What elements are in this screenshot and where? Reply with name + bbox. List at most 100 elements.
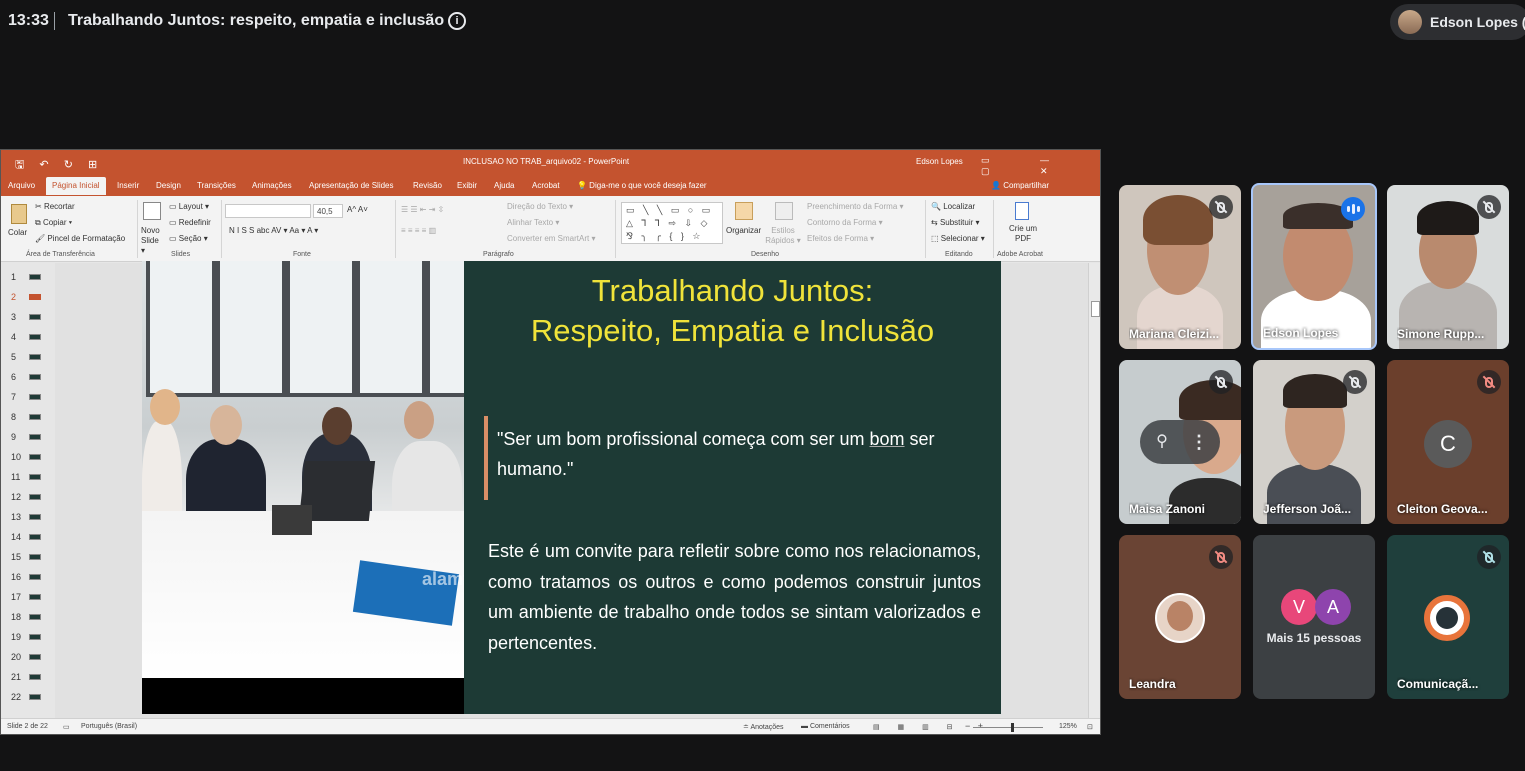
vertical-scrollbar[interactable] [1088, 263, 1100, 718]
share-button[interactable]: 👤 Compartilhar [991, 181, 1049, 190]
quick-styles-button[interactable]: Estilos Rápidos ▾ [765, 226, 801, 246]
tab-ajuda[interactable]: Ajuda [494, 181, 514, 190]
spellcheck-icon[interactable]: ▭ [63, 723, 70, 731]
slide-thumbnail[interactable]: 2 [5, 289, 51, 307]
tab-transicoes[interactable]: Transições [197, 181, 236, 190]
quick-access-toolbar[interactable]: 🖫 ↶ ↻ ⊞ [15, 156, 103, 175]
slide-thumbnail[interactable]: 18 [5, 609, 51, 627]
copy-button[interactable]: ⧉ Copiar ▾ [35, 218, 72, 228]
create-pdf-button[interactable]: Crie um PDF [1005, 224, 1041, 244]
bullets-buttons[interactable]: ☰ ☰ ⇤ ⇥ ⇳ [401, 205, 444, 214]
top-bar: 13:33 Trabalhando Juntos: respeito, empa… [0, 0, 1525, 44]
slide-thumbnail[interactable]: 15 [5, 549, 51, 567]
participant-tile[interactable]: Mariana Cleizi... [1119, 185, 1241, 349]
current-slide[interactable]: alamy Trabalhando Juntos: Respeito, Empa… [142, 261, 1001, 714]
arrange-button[interactable]: Organizar [726, 226, 761, 235]
zoom-slider[interactable] [973, 727, 1043, 728]
quick-styles-icon[interactable] [775, 202, 793, 220]
tell-me-search[interactable]: 💡 Diga-me o que você deseja fazer [577, 181, 707, 190]
slide-thumbnail[interactable]: 5 [5, 349, 51, 367]
tab-exibir[interactable]: Exibir [457, 181, 477, 190]
participant-name: Edson Lopes [1263, 326, 1339, 340]
section-button[interactable]: ▭ Seção ▾ [169, 234, 208, 243]
align-text-button[interactable]: Alinhar Texto ▾ [507, 218, 559, 227]
pdf-icon[interactable] [1015, 202, 1029, 220]
slide-thumbnail[interactable]: 11 [5, 469, 51, 487]
slide-thumbnail[interactable]: 9 [5, 429, 51, 447]
slide-thumbnail[interactable]: 13 [5, 509, 51, 527]
shapes-gallery[interactable]: ▭ ╲ ╲ ▭ ○ ▭ △ ⅂ ⅂ ⇨ ⇩ ◇ ⅋ ╮ ╭ { } ☆ [621, 202, 723, 244]
layout-button[interactable]: ▭ Layout ▾ [169, 202, 209, 211]
slide-thumbnail[interactable]: 17 [5, 589, 51, 607]
slide-thumbnail[interactable]: 4 [5, 329, 51, 347]
reset-button[interactable]: ▭ Redefinir [169, 218, 211, 227]
more-options-icon[interactable]: ⋮ [1190, 432, 1208, 452]
slide-thumbnail[interactable]: 22 [5, 689, 51, 707]
shape-fill-button[interactable]: Preenchimento da Forma ▾ [807, 202, 904, 211]
slide-thumbnail[interactable]: 16 [5, 569, 51, 587]
slide-thumbnail[interactable]: 6 [5, 369, 51, 387]
tab-apresentacao[interactable]: Apresentação de Slides [309, 181, 394, 190]
slide-thumbnail[interactable]: 8 [5, 409, 51, 427]
comments-button[interactable]: ▬ Comentários [801, 723, 850, 730]
find-label: Localizar [943, 202, 976, 211]
participant-tile[interactable]: Simone Rupp... [1387, 185, 1509, 349]
font-format-buttons[interactable]: N I S S abc AV ▾ Aa ▾ A ▾ [229, 226, 318, 235]
tab-pagina-inicial[interactable]: Página Inicial [46, 177, 106, 195]
slide-thumbnail[interactable]: 3 [5, 309, 51, 327]
info-icon[interactable]: i [448, 12, 466, 30]
zoom-buttons[interactable]: − + [965, 721, 983, 731]
shape-outline-button[interactable]: Contorno da Forma ▾ [807, 218, 883, 227]
tab-design[interactable]: Design [156, 181, 181, 190]
photo-window [146, 261, 216, 397]
notes-button[interactable]: ≐ Anotações [743, 723, 784, 731]
slide-thumbnail[interactable]: 10 [5, 449, 51, 467]
font-name-input[interactable] [225, 204, 311, 218]
text-direction-button[interactable]: Direção do Texto ▾ [507, 202, 573, 211]
slide-thumbnail[interactable]: 20 [5, 649, 51, 667]
slide-thumbnail[interactable]: 7 [5, 389, 51, 407]
participant-tile[interactable]: Comunicaçã... [1387, 535, 1509, 699]
tab-revisao[interactable]: Revisão [413, 181, 442, 190]
smartart-button[interactable]: Converter em SmartArt ▾ [507, 234, 595, 243]
paste-button[interactable]: Colar [8, 228, 27, 237]
new-slide-button[interactable]: Novo Slide ▾ [141, 226, 165, 256]
view-buttons[interactable]: ▤ ▦ ▥ ⊟ [873, 723, 961, 731]
align-buttons[interactable]: ≡ ≡ ≡ ≡ ▥ [401, 226, 436, 235]
participant-tile[interactable]: Leandra [1119, 535, 1241, 699]
slide-thumbnail[interactable]: 1 [5, 269, 51, 287]
slide-thumbnail[interactable]: 21 [5, 669, 51, 687]
tab-inserir[interactable]: Inserir [117, 181, 139, 190]
window-controls[interactable]: ▭ — ▢ ✕ [981, 155, 1100, 177]
select-button[interactable]: ⬚ Selecionar ▾ [931, 234, 985, 243]
tab-acrobat[interactable]: Acrobat [532, 181, 560, 190]
paste-icon[interactable] [11, 204, 27, 224]
zoom-level[interactable]: 125% [1059, 723, 1077, 730]
slide-thumbnail[interactable]: 12 [5, 489, 51, 507]
language-status[interactable]: Português (Brasil) [81, 723, 137, 730]
slide-thumbnail[interactable]: 14 [5, 529, 51, 547]
more-participants-tile[interactable]: V A Mais 15 pessoas [1253, 535, 1375, 699]
new-slide-icon[interactable] [143, 202, 161, 220]
find-button[interactable]: 🔍 Localizar [931, 202, 975, 211]
scroll-thumb[interactable] [1091, 301, 1100, 317]
fit-slide-icon[interactable]: ⊡ [1087, 723, 1093, 731]
format-painter-button[interactable]: 🖌 Pincel de Formatação [35, 234, 125, 243]
cut-button[interactable]: ✂ Recortar [35, 202, 75, 211]
slide-thumbnail[interactable]: 19 [5, 629, 51, 647]
tab-arquivo[interactable]: Arquivo [8, 181, 35, 190]
presenter-chip[interactable]: Edson Lopes (A [1390, 4, 1525, 40]
replace-button[interactable]: ⇆ Substituir ▾ [931, 218, 980, 227]
tab-animacoes[interactable]: Animações [252, 181, 292, 190]
participant-tile[interactable]: Jefferson Joã... [1253, 360, 1375, 524]
font-size-input[interactable]: 40,5 [313, 204, 343, 218]
shape-effects-button[interactable]: Efeitos de Forma ▾ [807, 234, 874, 243]
participant-tile[interactable]: C Cleiton Geova... [1387, 360, 1509, 524]
font-grow-shrink-buttons[interactable]: A^ A˅ [347, 205, 368, 214]
arrange-icon[interactable] [735, 202, 753, 220]
participant-tile[interactable]: ⚲ ⋮ Maisa Zanoni [1119, 360, 1241, 524]
avatar: A [1315, 589, 1351, 625]
pin-icon[interactable]: ⚲ [1154, 432, 1170, 452]
zoom-slider-thumb[interactable] [1011, 723, 1014, 732]
participant-tile[interactable]: Edson Lopes [1251, 183, 1377, 350]
